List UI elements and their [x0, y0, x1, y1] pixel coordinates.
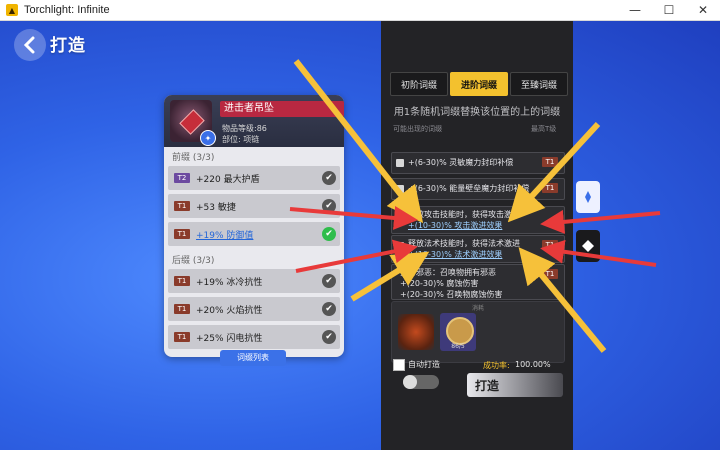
affix-text: +19% 防御值: [196, 230, 254, 241]
prefix-affix-3-selected[interactable]: T1 +19% 防御值 ✔: [168, 222, 340, 246]
pendant-gem-icon: [179, 109, 205, 135]
affix-text: +19% 冰冷抗性: [196, 277, 263, 288]
affix-option-4[interactable]: 释放法术技能时，获得法术激进 +(10-30)% 法术激进效果 T1: [391, 235, 565, 263]
chevron-left-icon: [23, 36, 35, 54]
flame-tool-icon: [585, 191, 591, 203]
option-line: 拥有邪恶：召唤物拥有邪恶: [400, 268, 496, 277]
item-panel: ✦ 进击者吊坠 物品等级:86 部位: 项链 前缀 (3/3) T2 +220 …: [164, 95, 344, 357]
lock-icon: [396, 213, 404, 221]
suffix-section-label: 后缀 (3/3): [172, 256, 215, 266]
app-logo-icon: ▲: [6, 4, 18, 16]
check-icon[interactable]: ✔: [322, 274, 336, 288]
lock-icon: [396, 159, 404, 167]
tier-badge: T2: [174, 173, 190, 183]
diamond-tool-icon: [582, 240, 594, 252]
option-highlight: +(10-30)% 法术激进效果: [408, 250, 503, 259]
option-line: 释放法术技能时，获得法术激进: [408, 239, 520, 248]
tab-advanced-affix[interactable]: 进阶词缀: [450, 72, 508, 96]
option-line: +(6-30)% 能量壁垒魔力封印补偿: [408, 184, 530, 193]
auto-craft-toggle[interactable]: [403, 375, 439, 389]
tab-ultimate-affix[interactable]: 至臻词缀: [510, 72, 568, 96]
item-thumbnail[interactable]: ✦: [170, 100, 216, 146]
side-tool-button-2[interactable]: [576, 230, 600, 262]
success-rate-value: 100.00%: [515, 360, 551, 369]
affix-option-5[interactable]: 拥有邪恶：召唤物拥有邪恶 +(20-30)% 腐蚀伤害 +(20-30)% 召唤…: [391, 264, 565, 300]
consume-label: 消耗: [471, 305, 484, 312]
consume-box: 消耗 86/5: [391, 301, 565, 363]
material-count: 86/5: [451, 343, 465, 350]
toggle-knob: [403, 375, 417, 389]
craft-subtitle: 用1条随机词缀替换该位置的上的词缀: [393, 107, 561, 118]
option-line: +(20-30)% 腐蚀伤害: [400, 279, 479, 288]
coin-material-icon[interactable]: 86/5: [440, 313, 476, 351]
maximize-button[interactable]: ☐: [652, 0, 686, 20]
craft-tabs: 初阶词缀 进阶词缀 至臻词缀: [390, 72, 568, 96]
affix-option-3[interactable]: 释放攻击技能时，获得攻击激进 +(10-30)% 攻击激进效果: [391, 206, 565, 234]
page-title: 打造: [50, 36, 86, 56]
forge-button[interactable]: 打造: [467, 373, 563, 397]
success-rate-label: 成功率:: [483, 361, 510, 370]
back-button[interactable]: [14, 29, 46, 61]
affix-option-2[interactable]: +(6-30)% 能量壁垒魔力封印补偿 T1: [391, 178, 565, 200]
prefix-affix-1[interactable]: T2 +220 最大护盾 ✔: [168, 166, 340, 190]
affix-option-1[interactable]: +(6-30)% 灵敏魔力封印补偿 T1: [391, 152, 565, 174]
item-slot: 部位: 项链: [222, 135, 260, 144]
check-icon[interactable]: ✔: [322, 199, 336, 213]
item-level: 物品等级:86: [222, 124, 267, 133]
affix-text: +25% 闪电抗性: [196, 333, 263, 344]
suffix-affix-2[interactable]: T1 +20% 火焰抗性 ✔: [168, 297, 340, 321]
flame-material-icon[interactable]: [398, 314, 434, 350]
affix-text: +220 最大护盾: [196, 174, 260, 185]
lock-icon: [396, 242, 404, 250]
window-controls: — ☐ ✕: [618, 0, 720, 20]
affix-list-button[interactable]: 词缀列表: [220, 350, 286, 366]
tier-badge: T1: [542, 183, 558, 193]
item-badge-icon: ✦: [200, 130, 216, 146]
option-highlight: +(10-30)% 攻击激进效果: [408, 221, 503, 230]
auto-craft-label: 自动打造: [408, 360, 440, 369]
possible-affix-header: 可能出现的词缀: [393, 125, 442, 133]
side-tool-button-1[interactable]: [576, 181, 600, 213]
tier-badge: T1: [542, 240, 558, 250]
tier-badge: T1: [542, 269, 558, 279]
option-line: +(20-30)% 召唤物腐蚀伤害: [400, 290, 503, 299]
max-tier-header: 最高T级: [531, 125, 557, 133]
tier-badge: T1: [174, 229, 190, 239]
affix-text: +20% 火焰抗性: [196, 305, 263, 316]
option-line: +(6-30)% 灵敏魔力封印补偿: [408, 158, 514, 167]
item-header: ✦ 进击者吊坠 物品等级:86 部位: 项链: [164, 95, 344, 147]
check-icon[interactable]: ✔: [322, 302, 336, 316]
option-line: +(10-30)% 法术激进效果: [408, 249, 564, 260]
option-line: +(10-30)% 攻击激进效果: [408, 220, 564, 231]
annotation-arrows: [289, 59, 661, 353]
auto-craft-checkbox[interactable]: [393, 359, 405, 371]
game-viewport: 打造 ✦ 进击者吊坠 物品等级:86 部位: 项链 前缀 (3/3) T2 +2…: [0, 21, 720, 450]
tier-badge: T1: [174, 201, 190, 211]
affix-text: +53 敏捷: [196, 202, 236, 213]
prefix-affix-2[interactable]: T1 +53 敏捷 ✔: [168, 194, 340, 218]
coin-icon: [446, 317, 474, 345]
tier-badge: T1: [174, 276, 190, 286]
tier-badge: T1: [174, 304, 190, 314]
lock-icon: [396, 185, 404, 193]
option-line: 释放攻击技能时，获得攻击激进: [408, 210, 520, 219]
window-title: Torchlight: Infinite: [24, 4, 110, 16]
check-icon[interactable]: ✔: [322, 330, 336, 344]
prefix-section-label: 前缀 (3/3): [172, 153, 215, 163]
check-icon[interactable]: ✔: [322, 171, 336, 185]
forge-button-label: 打造: [475, 379, 500, 393]
tier-badge: T1: [542, 157, 558, 167]
window-titlebar: ▲ Torchlight: Infinite — ☐ ✕: [0, 0, 720, 21]
tab-basic-affix[interactable]: 初阶词缀: [390, 72, 448, 96]
suffix-affix-3[interactable]: T1 +25% 闪电抗性 ✔: [168, 325, 340, 349]
suffix-affix-1[interactable]: T1 +19% 冰冷抗性 ✔: [168, 269, 340, 293]
craft-panel: 初阶词缀 进阶词缀 至臻词缀 用1条随机词缀替换该位置的上的词缀 可能出现的词缀…: [381, 21, 573, 450]
tier-badge: T1: [174, 332, 190, 342]
close-button[interactable]: ✕: [686, 0, 720, 20]
minimize-button[interactable]: —: [618, 0, 652, 20]
check-selected-icon[interactable]: ✔: [322, 227, 336, 241]
item-name: 进击者吊坠: [220, 101, 344, 117]
